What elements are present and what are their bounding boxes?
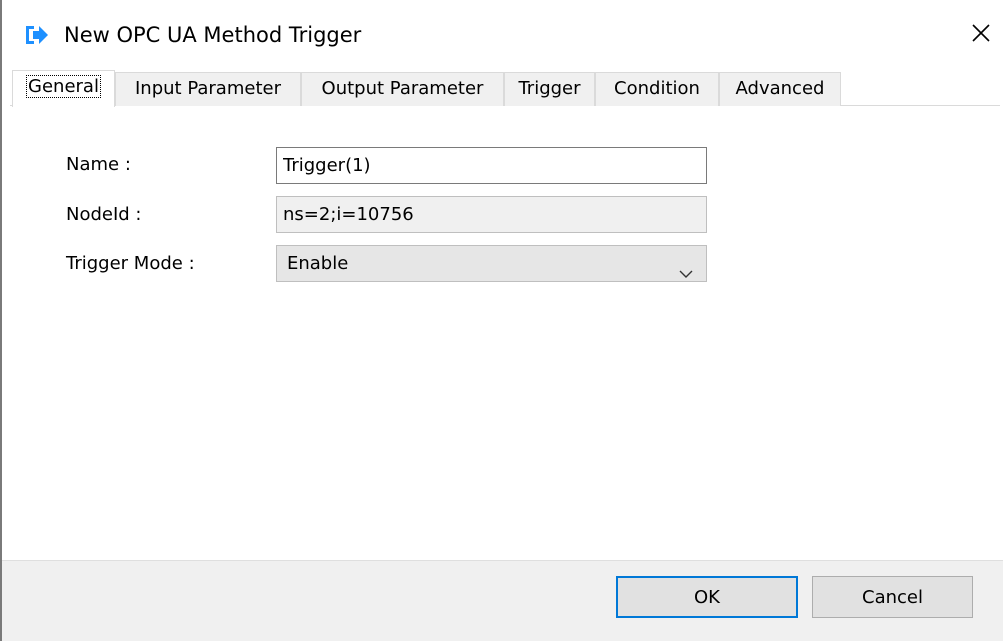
dialog-window: New OPC UA Method Trigger General Input … xyxy=(0,0,1003,641)
ok-button[interactable]: OK xyxy=(616,576,798,618)
cancel-button[interactable]: Cancel xyxy=(812,576,973,618)
tab-label: Input Parameter xyxy=(135,78,281,99)
title-bar: New OPC UA Method Trigger xyxy=(0,0,1003,70)
name-label: Name : xyxy=(66,154,131,175)
tab-trigger[interactable]: Trigger xyxy=(504,72,595,106)
tab-label: Output Parameter xyxy=(321,78,484,99)
trigger-mode-label: Trigger Mode : xyxy=(66,253,195,274)
enter-arrow-icon xyxy=(23,24,49,46)
chevron-down-icon xyxy=(678,257,694,278)
nodeid-label: NodeId : xyxy=(66,204,142,225)
tab-label: Condition xyxy=(614,78,700,99)
tab-output-parameter[interactable]: Output Parameter xyxy=(301,72,504,106)
tab-input-parameter[interactable]: Input Parameter xyxy=(115,72,301,106)
close-icon[interactable] xyxy=(971,23,991,43)
close-button[interactable] xyxy=(966,18,996,48)
tab-label: Advanced xyxy=(735,78,825,99)
trigger-mode-value: Enable xyxy=(287,253,349,274)
tab-strip: General Input Parameter Output Parameter… xyxy=(10,70,1000,107)
tab-label: Trigger xyxy=(518,78,581,99)
tab-general[interactable]: General xyxy=(12,70,115,107)
window-border xyxy=(0,0,2,641)
tab-condition[interactable]: Condition xyxy=(595,72,719,106)
name-input[interactable] xyxy=(276,147,707,184)
window-title: New OPC UA Method Trigger xyxy=(64,23,362,47)
tab-label: General xyxy=(26,75,101,98)
tab-advanced[interactable]: Advanced xyxy=(719,72,841,106)
nodeid-field[interactable] xyxy=(276,196,707,233)
trigger-mode-select[interactable]: Enable xyxy=(276,245,707,282)
